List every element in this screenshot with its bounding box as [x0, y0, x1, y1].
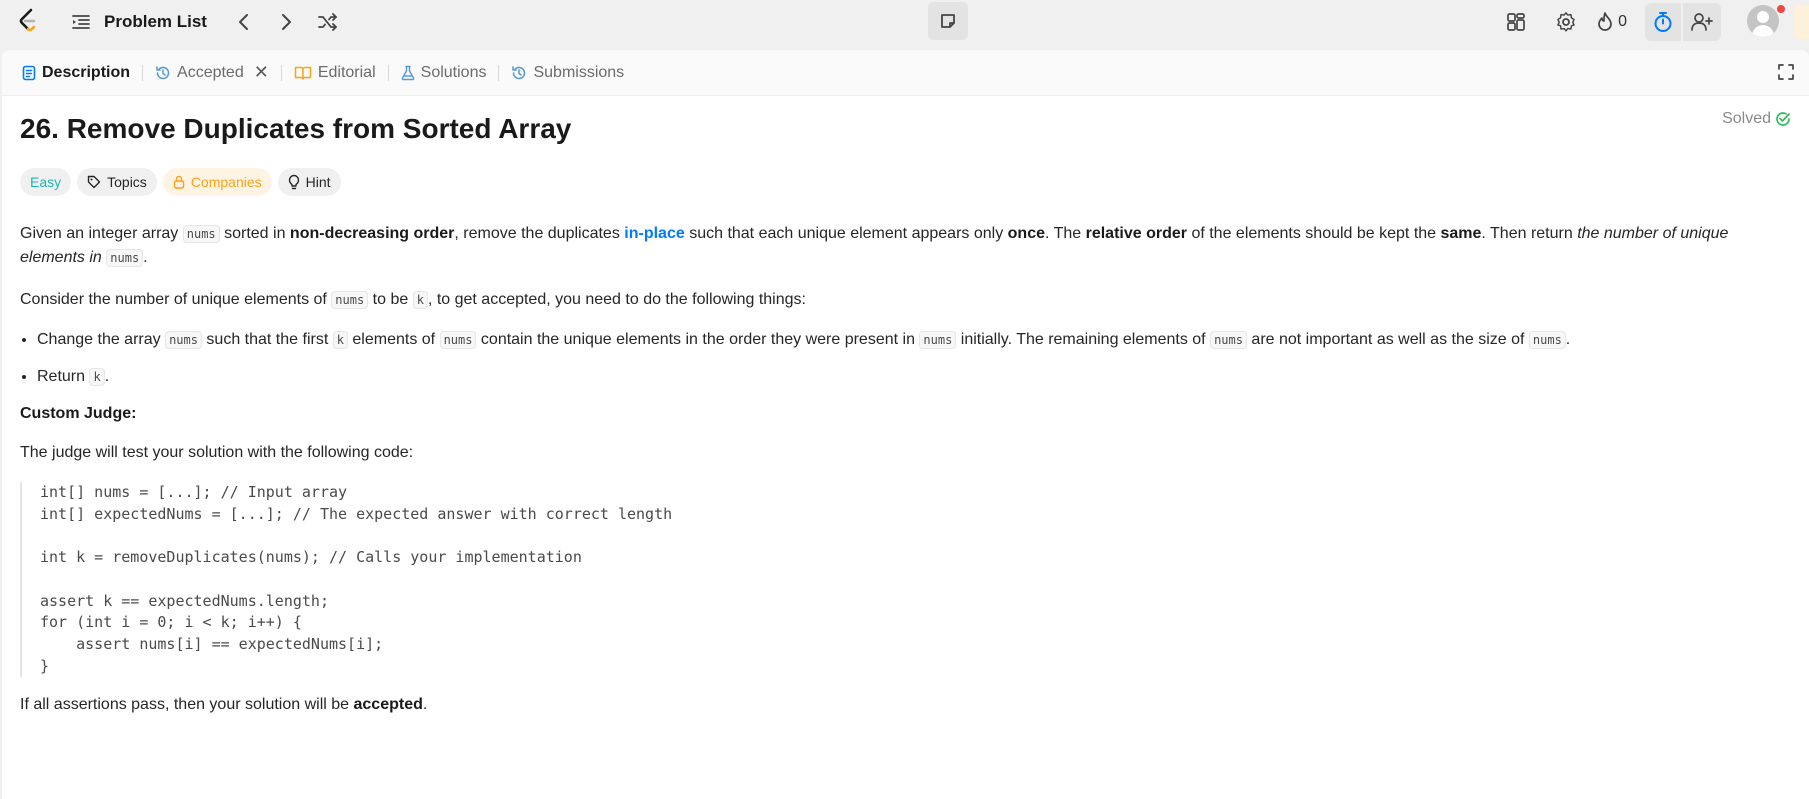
- random-problem-button[interactable]: [313, 7, 343, 37]
- top-nav: Problem List 0: [0, 0, 1809, 50]
- solved-status: Solved: [1722, 110, 1791, 128]
- tab-divider: [387, 64, 389, 81]
- note-icon: [941, 14, 955, 28]
- expand-icon[interactable]: [1777, 63, 1795, 81]
- history-icon: [512, 65, 526, 79]
- streak-count: 0: [1618, 13, 1627, 30]
- description-panel: Description Accepted ✕ Editorial Solutio…: [2, 50, 1809, 799]
- custom-judge-heading: Custom Judge:: [20, 405, 137, 422]
- timer-group: [1645, 3, 1721, 41]
- stopwatch-icon: [1654, 12, 1672, 32]
- notes-button[interactable]: [928, 2, 968, 40]
- topics-button[interactable]: Topics: [77, 168, 157, 196]
- problem-title[interactable]: 26. Remove Duplicates from Sorted Array: [20, 96, 1791, 152]
- tab-solutions[interactable]: Solutions: [395, 50, 493, 96]
- judge-code-block[interactable]: int[] nums = [...]; // Input array int[]…: [20, 482, 920, 678]
- problem-list-nav: Problem List: [70, 0, 355, 44]
- tab-submissions-label: Submissions: [533, 63, 625, 81]
- tab-editorial[interactable]: Editorial: [288, 50, 382, 96]
- companies-button[interactable]: Companies: [162, 168, 272, 196]
- document-icon: [22, 65, 36, 80]
- settings-button[interactable]: [1546, 3, 1586, 41]
- check-circle-icon: [1776, 112, 1790, 126]
- companies-label: Companies: [190, 174, 262, 190]
- add-user-icon: [1691, 13, 1713, 31]
- history-icon: [156, 65, 170, 79]
- leetcode-logo[interactable]: [14, 6, 44, 36]
- nav-right-group: 0: [1486, 0, 1809, 44]
- lock-icon: [173, 175, 185, 189]
- tab-divider: [142, 64, 144, 81]
- in-place-link[interactable]: in-place: [624, 225, 684, 242]
- final-paragraph: If all assertions pass, then your soluti…: [20, 696, 428, 714]
- topics-label: Topics: [107, 174, 147, 190]
- layout-icon: [1507, 13, 1525, 31]
- tab-bar: Description Accepted ✕ Editorial Solutio…: [2, 50, 1809, 96]
- chevron-left-icon: [238, 14, 248, 30]
- gear-icon: [1557, 12, 1575, 32]
- inline-code: nums: [182, 225, 220, 243]
- user-avatar-button[interactable]: [1747, 5, 1785, 39]
- hint-button[interactable]: Hint: [277, 168, 341, 196]
- inline-code: k: [412, 291, 428, 309]
- avatar: [1747, 5, 1779, 37]
- notification-dot: [1777, 5, 1785, 13]
- tab-submissions[interactable]: Submissions: [505, 50, 630, 96]
- description-paragraph-1: Given an integer array nums sorted in no…: [20, 225, 1729, 267]
- tag-row: Easy Topics Companies Hint: [20, 168, 1791, 198]
- layout-button[interactable]: [1496, 3, 1536, 41]
- problem-list-title[interactable]: Problem List: [104, 12, 207, 32]
- book-icon: [294, 66, 312, 80]
- tab-editorial-label: Editorial: [317, 63, 376, 81]
- prev-problem-button[interactable]: [229, 7, 259, 37]
- tab-divider: [498, 64, 500, 81]
- solved-label: Solved: [1722, 110, 1771, 127]
- tab-description-label: Description: [42, 63, 131, 81]
- problem-content: 26. Remove Duplicates from Sorted Array …: [2, 96, 1809, 716]
- fire-icon: [1598, 12, 1612, 31]
- inline-code: nums: [331, 291, 369, 309]
- next-problem-button[interactable]: [271, 7, 301, 37]
- list-item: Change the array nums such that the firs…: [37, 328, 1791, 352]
- difficulty-badge: Easy: [20, 168, 72, 196]
- chevron-right-icon: [281, 14, 291, 30]
- judge-intro: The judge will test your solution with t…: [20, 444, 414, 461]
- timer-button[interactable]: [1645, 3, 1681, 41]
- tab-divider: [280, 64, 282, 81]
- tag-icon: [87, 175, 101, 189]
- list-icon[interactable]: [70, 11, 92, 33]
- inline-code: nums: [106, 249, 144, 267]
- hint-label: Hint: [305, 174, 331, 190]
- flask-icon: [401, 65, 415, 80]
- streak-counter[interactable]: 0: [1596, 12, 1627, 32]
- tab-accepted-label: Accepted: [177, 63, 244, 81]
- list-item: Return k.: [37, 365, 1791, 389]
- premium-button[interactable]: [1793, 5, 1809, 39]
- requirements-list: Change the array nums such that the firs…: [20, 328, 1791, 389]
- tab-accepted[interactable]: Accepted ✕: [149, 50, 275, 96]
- description-paragraph-2: Consider the number of unique elements o…: [20, 291, 806, 309]
- lightbulb-icon: [288, 174, 299, 190]
- shuffle-icon: [318, 13, 337, 31]
- add-user-button[interactable]: [1683, 3, 1721, 41]
- close-icon[interactable]: ✕: [254, 62, 269, 83]
- tab-description[interactable]: Description: [16, 50, 136, 96]
- tab-solutions-label: Solutions: [420, 63, 487, 81]
